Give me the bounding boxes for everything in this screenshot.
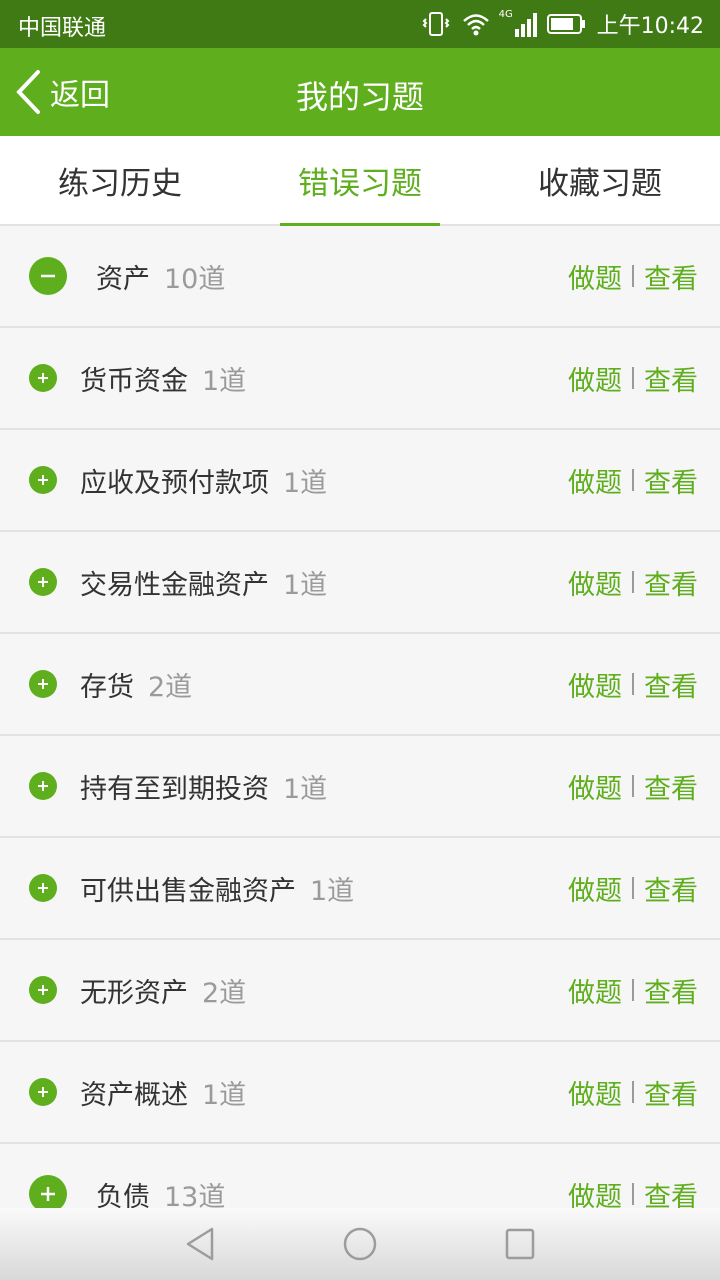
system-nav-bar — [0, 1208, 720, 1280]
view-questions-button[interactable]: 查看 — [644, 869, 698, 908]
expand-icon[interactable] — [29, 364, 57, 392]
expand-icon[interactable] — [29, 772, 57, 800]
view-questions-button[interactable]: 查看 — [644, 257, 698, 296]
battery-icon — [546, 14, 585, 34]
subcategory-row[interactable]: 无形资产 2道 做题 查看 — [0, 940, 720, 1042]
expand-icon[interactable] — [29, 976, 57, 1004]
question-count: 10道 — [164, 263, 226, 295]
view-questions-button[interactable]: 查看 — [644, 971, 698, 1010]
status-icons: 4G 上午10:42 — [421, 8, 704, 40]
question-count: 1道 — [202, 1079, 247, 1111]
subcategory-row[interactable]: 应收及预付款项 1道 做题 查看 — [0, 430, 720, 532]
question-count: 13道 — [164, 1181, 226, 1211]
subcategory-row[interactable]: 存货 2道 做题 查看 — [0, 634, 720, 736]
expand-icon[interactable] — [29, 568, 57, 596]
divider — [632, 775, 634, 797]
clock: 上午10:42 — [596, 14, 704, 39]
expand-icon[interactable] — [29, 1078, 57, 1106]
view-questions-button[interactable]: 查看 — [644, 359, 698, 398]
do-questions-button[interactable]: 做题 — [568, 971, 622, 1010]
tab-practice-history[interactable]: 练习历史 — [0, 136, 240, 224]
view-questions-button[interactable]: 查看 — [644, 461, 698, 500]
divider — [632, 1183, 634, 1205]
divider — [632, 265, 634, 287]
divider — [632, 979, 634, 1001]
tab-wrong-questions[interactable]: 错误习题 — [240, 136, 480, 226]
status-bar: 中国联通 4G 上午10:42 — [0, 0, 720, 48]
back-triangle-icon[interactable] — [184, 1226, 216, 1262]
question-count: 1道 — [202, 365, 247, 397]
recents-square-icon[interactable] — [504, 1226, 536, 1262]
do-questions-button[interactable]: 做题 — [568, 359, 622, 398]
divider — [632, 1081, 634, 1103]
view-questions-button[interactable]: 查看 — [644, 767, 698, 806]
question-category-list: 资产 10道 做题 查看 货币资金 1道 做题 查看 应收及预付款项 1道 做题 查看 交易… — [0, 226, 720, 1210]
page-title: 我的习题 — [295, 78, 424, 116]
do-questions-button[interactable]: 做题 — [568, 461, 622, 500]
category-name: 交易性金融资产 — [80, 569, 269, 601]
question-count: 1道 — [283, 569, 328, 601]
do-questions-button[interactable]: 做题 — [568, 1073, 622, 1112]
category-name: 应收及预付款项 — [80, 467, 269, 499]
vibrate-icon — [422, 12, 450, 36]
divider — [632, 673, 634, 695]
expand-icon[interactable] — [29, 670, 57, 698]
network-type-label: 4G — [498, 9, 513, 20]
collapse-icon[interactable] — [29, 257, 67, 295]
subcategory-row[interactable]: 货币资金 1道 做题 查看 — [0, 328, 720, 430]
divider — [632, 877, 634, 899]
divider — [632, 469, 634, 491]
tab-favorite-questions[interactable]: 收藏习题 — [480, 136, 720, 224]
question-count: 1道 — [310, 875, 355, 907]
view-questions-button[interactable]: 查看 — [644, 1073, 698, 1112]
divider — [632, 571, 634, 593]
subcategory-row[interactable]: 可供出售金融资产 1道 做题 查看 — [0, 838, 720, 940]
subcategory-row[interactable]: 交易性金融资产 1道 做题 查看 — [0, 532, 720, 634]
view-questions-button[interactable]: 查看 — [644, 665, 698, 704]
subcategory-row[interactable]: 持有至到期投资 1道 做题 查看 — [0, 736, 720, 838]
category-name: 存货 — [80, 671, 134, 703]
category-name: 资产概述 — [80, 1079, 188, 1111]
category-name: 可供出售金融资产 — [80, 875, 296, 907]
category-name: 无形资产 — [80, 977, 188, 1009]
do-questions-button[interactable]: 做题 — [568, 563, 622, 602]
category-name: 负债 — [96, 1181, 150, 1211]
do-questions-button[interactable]: 做题 — [568, 257, 622, 296]
question-count: 2道 — [202, 977, 247, 1009]
app-bar: 返回 我的习题 — [0, 48, 720, 136]
divider — [632, 367, 634, 389]
question-count: 2道 — [148, 671, 193, 703]
view-questions-button[interactable]: 查看 — [644, 563, 698, 602]
category-row[interactable]: 资产 10道 做题 查看 — [0, 226, 720, 328]
wifi-icon — [462, 14, 489, 36]
category-name: 持有至到期投资 — [80, 773, 269, 805]
tab-bar: 练习历史 错误习题 收藏习题 — [0, 136, 720, 226]
category-row[interactable]: 负债 13道 做题 查看 — [0, 1144, 720, 1210]
question-count: 1道 — [283, 773, 328, 805]
do-questions-button[interactable]: 做题 — [568, 869, 622, 908]
expand-icon[interactable] — [29, 466, 57, 494]
signal-icon: 4G — [498, 9, 537, 37]
do-questions-button[interactable]: 做题 — [568, 1175, 622, 1211]
do-questions-button[interactable]: 做题 — [568, 665, 622, 704]
do-questions-button[interactable]: 做题 — [568, 767, 622, 806]
category-name: 资产 — [96, 263, 150, 295]
expand-icon[interactable] — [29, 1175, 67, 1210]
expand-icon[interactable] — [29, 874, 57, 902]
view-questions-button[interactable]: 查看 — [644, 1175, 698, 1211]
carrier-name: 中国联通 — [18, 16, 107, 41]
subcategory-row[interactable]: 资产概述 1道 做题 查看 — [0, 1042, 720, 1144]
category-name: 货币资金 — [80, 365, 188, 397]
question-count: 1道 — [283, 467, 328, 499]
home-circle-icon[interactable] — [343, 1226, 377, 1262]
